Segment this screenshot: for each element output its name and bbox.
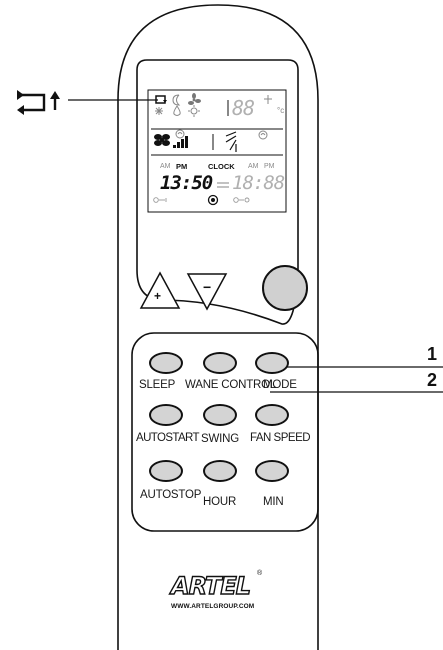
- clock-time: 13:50: [160, 172, 213, 194]
- timer-on-icon: [153, 197, 167, 203]
- wane-control-button[interactable]: [203, 352, 237, 374]
- sleep-label: SLEEP: [139, 379, 176, 391]
- registered-mark: ®: [257, 570, 263, 577]
- thermo-icon: [264, 95, 272, 104]
- fan-speed-label: FAN SPEED: [250, 432, 311, 444]
- mode-cycle-icon: [155, 95, 167, 104]
- brand-url: WWW.ARTELGROUP.COM: [171, 603, 255, 610]
- callout-2: 2: [427, 370, 438, 390]
- fan-icon: [154, 134, 170, 146]
- am-right-label: AM: [248, 163, 259, 170]
- sun-icon: [188, 105, 200, 117]
- swing-button[interactable]: [203, 404, 237, 426]
- sleep-button[interactable]: [149, 352, 183, 374]
- temp-up-symbol: +: [154, 289, 162, 303]
- temp-digits: 88: [232, 96, 255, 120]
- clock-label: CLOCK: [208, 162, 235, 171]
- louver-icon: [225, 131, 237, 152]
- mode-label: MODE: [263, 379, 297, 391]
- fan-icon: [188, 93, 201, 105]
- mode-button[interactable]: [255, 352, 289, 374]
- swing-icon: [258, 130, 268, 140]
- min-button[interactable]: [255, 460, 289, 482]
- am-left-label: AM: [160, 163, 171, 170]
- autostop-label: AUTOSTOP: [140, 489, 202, 501]
- pm-right-label: PM: [264, 163, 275, 170]
- pm-left-label: PM: [176, 162, 188, 171]
- temp-down-symbol: −: [203, 279, 212, 295]
- snowflake-icon: [155, 107, 163, 115]
- clock-set-icon: [207, 194, 219, 206]
- arrow-icon: [217, 182, 229, 188]
- hour-button[interactable]: [203, 460, 237, 482]
- min-label: MIN: [263, 496, 284, 508]
- brand-logo: ARTEL: [170, 571, 251, 600]
- swing-label: SWING: [201, 433, 239, 445]
- autostart-button[interactable]: [149, 404, 183, 426]
- timer-time: 18:88: [232, 172, 285, 194]
- temp-buttons: [139, 271, 228, 311]
- mode-cycle-icon: [17, 90, 60, 115]
- power-button[interactable]: [262, 265, 308, 311]
- autostart-label: AUTOSTART: [136, 432, 200, 444]
- moon-icon: [172, 94, 181, 106]
- fan-speed-button[interactable]: [255, 404, 289, 426]
- drop-icon: [173, 105, 181, 116]
- hour-label: HOUR: [203, 496, 237, 508]
- degree-unit: °c: [277, 106, 285, 115]
- callout-1: 1: [427, 344, 438, 364]
- swing-icon: [175, 129, 185, 139]
- timer-off-icon: [233, 197, 250, 203]
- autostop-button[interactable]: [149, 460, 183, 482]
